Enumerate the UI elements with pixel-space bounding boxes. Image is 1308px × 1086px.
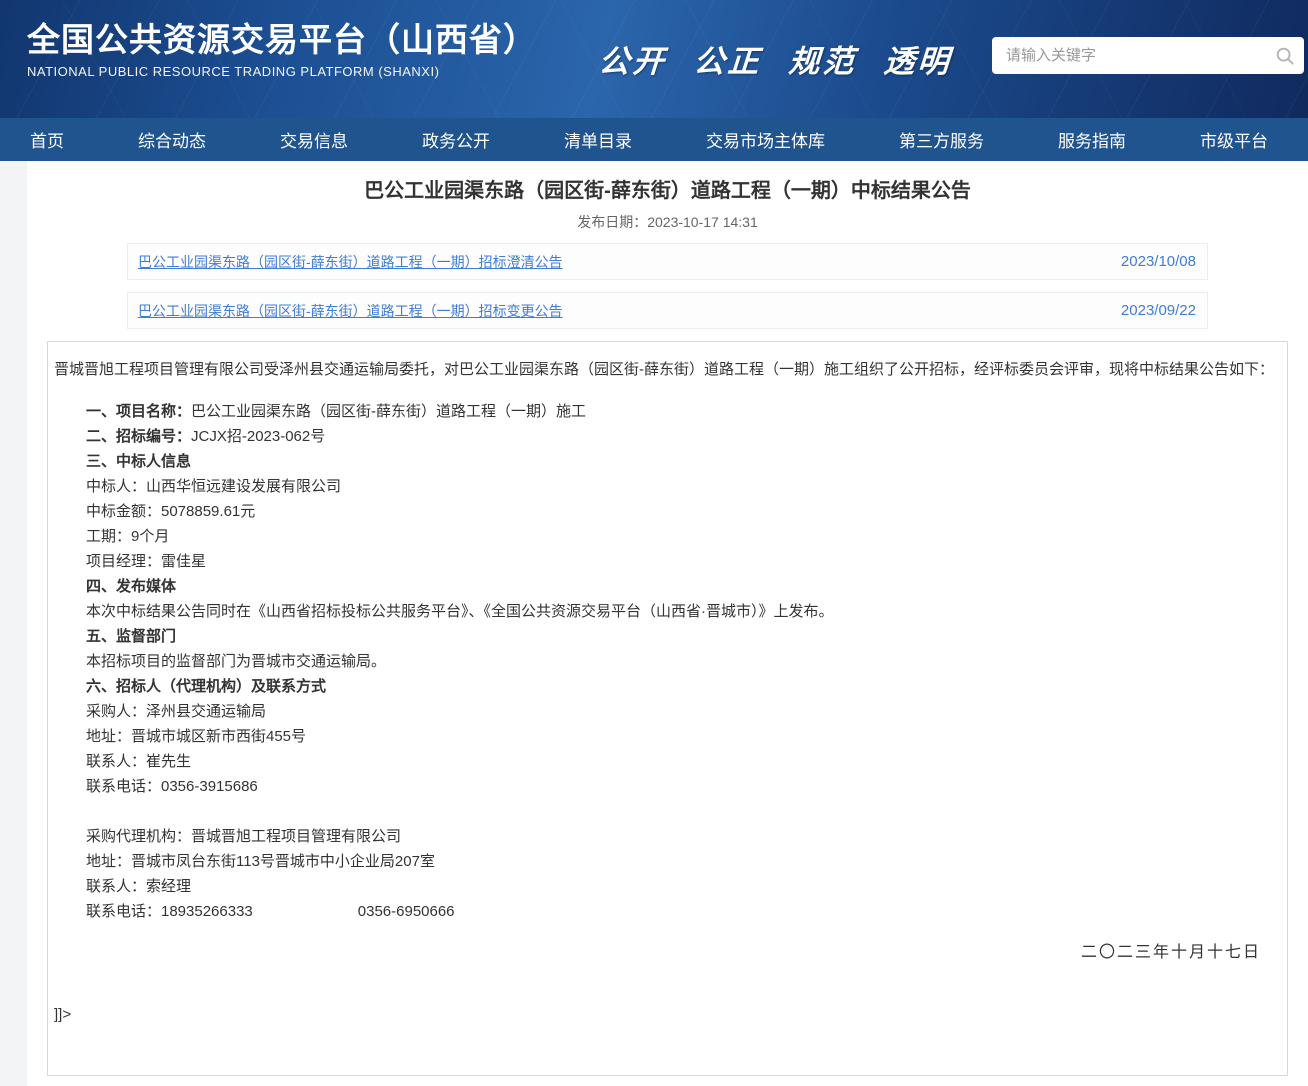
slogan-banner: 公开公正规范透明 bbox=[597, 36, 953, 81]
nav-item[interactable]: 第三方服务 bbox=[899, 127, 984, 152]
nav-item[interactable]: 市级平台 bbox=[1200, 127, 1268, 152]
slogan-word: 规范 bbox=[787, 36, 858, 81]
body-line: 本次中标结果公告同时在《山西省招标投标公共服务平台》、《全国公共资源交易平台（山… bbox=[54, 599, 1281, 624]
site-title: 全国公共资源交易平台（山西省） bbox=[27, 21, 537, 59]
nav-item[interactable]: 服务指南 bbox=[1058, 127, 1126, 152]
body-line: 项目经理：雷佳星 bbox=[54, 549, 1281, 574]
slogan-word: 公正 bbox=[692, 36, 763, 81]
site-logo[interactable]: 全国公共资源交易平台（山西省） NATIONAL PUBLIC RESOURCE… bbox=[27, 21, 537, 79]
related-announcement-link[interactable]: 巴公工业园渠东路（园区街-薛东街）道路工程（一期）招标澄清公告 bbox=[138, 252, 563, 272]
related-announcement-date: 2023/09/22 bbox=[1121, 302, 1196, 319]
site-header: 全国公共资源交易平台（山西省） NATIONAL PUBLIC RESOURCE… bbox=[0, 0, 1308, 118]
publish-date-label: 发布日期： bbox=[577, 214, 647, 230]
publish-date-line: 发布日期：2023-10-17 14:31 bbox=[27, 212, 1308, 232]
body-line-heading: 五、监督部门 bbox=[86, 628, 176, 645]
body-line: 工期：9个月 bbox=[54, 524, 1281, 549]
body-line: 采购人：泽州县交通运输局 bbox=[54, 699, 1281, 724]
body-line-heading: 六、招标人（代理机构）及联系方式 bbox=[86, 678, 326, 695]
announcement-body: 晋城晋旭工程项目管理有限公司受泽州县交通运输局委托，对巴公工业园渠东路（园区街-… bbox=[47, 341, 1288, 1076]
body-line: 联系电话：18935266333 0356-6950666 bbox=[54, 899, 1281, 924]
body-line bbox=[54, 799, 1281, 824]
body-line-text: 工期：9个月 bbox=[86, 528, 169, 545]
body-line: 中标人：山西华恒远建设发展有限公司 bbox=[54, 474, 1281, 499]
nav-item[interactable]: 清单目录 bbox=[564, 127, 632, 152]
intro-paragraph: 晋城晋旭工程项目管理有限公司受泽州县交通运输局委托，对巴公工业园渠东路（园区街-… bbox=[54, 347, 1281, 392]
body-line-text: 中标人：山西华恒远建设发展有限公司 bbox=[86, 478, 341, 495]
body-lines: 一、项目名称：巴公工业园渠东路（园区街-薛东街）道路工程（一期）施工二、招标编号… bbox=[54, 399, 1281, 924]
body-line-heading: 二、招标编号： bbox=[86, 428, 191, 445]
body-line: 采购代理机构：晋城晋旭工程项目管理有限公司 bbox=[54, 824, 1281, 849]
body-line-heading: 一、项目名称： bbox=[86, 403, 191, 420]
content-card: 巴公工业园渠东路（园区街-薛东街）道路工程（一期）中标结果公告 发布日期：202… bbox=[27, 161, 1308, 1086]
body-line: 二、招标编号：JCJX招-2023-062号 bbox=[54, 424, 1281, 449]
related-announcement-link[interactable]: 巴公工业园渠东路（园区街-薛东街）道路工程（一期）招标变更公告 bbox=[138, 301, 563, 321]
body-line-text: 地址：晋城市城区新市西街455号 bbox=[86, 728, 306, 745]
nav-item[interactable]: 首页 bbox=[30, 127, 64, 152]
publish-date-value: 2023-10-17 14:31 bbox=[647, 214, 758, 230]
related-announcement-row[interactable]: 巴公工业园渠东路（园区街-薛东街）道路工程（一期）招标澄清公告 2023/10/… bbox=[127, 243, 1208, 280]
body-line: 地址：晋城市城区新市西街455号 bbox=[54, 724, 1281, 749]
body-line: 一、项目名称：巴公工业园渠东路（园区街-薛东街）道路工程（一期）施工 bbox=[54, 399, 1281, 424]
body-line-heading: 三、中标人信息 bbox=[86, 453, 191, 470]
main-nav: 首页 综合动态 交易信息 政务公开 清单目录 交易市场主体库 第三方服务 服务指南 市级平台 bbox=[0, 118, 1308, 161]
body-line-text: JCJX招-2023-062号 bbox=[191, 428, 325, 445]
related-announcement-row[interactable]: 巴公工业园渠东路（园区街-薛东街）道路工程（一期）招标变更公告 2023/09/… bbox=[127, 292, 1208, 329]
search-input[interactable] bbox=[1004, 46, 1274, 65]
related-announcements: 巴公工业园渠东路（园区街-薛东街）道路工程（一期）招标澄清公告 2023/10/… bbox=[127, 243, 1208, 329]
slogan-word: 透明 bbox=[882, 36, 953, 81]
sign-date: 二〇二三年十月十七日 bbox=[54, 938, 1281, 962]
nav-item[interactable]: 交易市场主体库 bbox=[706, 127, 825, 152]
body-line-text: 联系人：索经理 bbox=[86, 878, 191, 895]
search-icon[interactable] bbox=[1274, 45, 1296, 67]
nav-item[interactable]: 综合动态 bbox=[138, 127, 206, 152]
site-subtitle: NATIONAL PUBLIC RESOURCE TRADING PLATFOR… bbox=[27, 64, 537, 79]
body-line-text: 项目经理：雷佳星 bbox=[86, 553, 206, 570]
body-line-text: 本次中标结果公告同时在《山西省招标投标公共服务平台》、《全国公共资源交易平台（山… bbox=[86, 603, 834, 620]
article-title: 巴公工业园渠东路（园区街-薛东街）道路工程（一期）中标结果公告 bbox=[27, 179, 1308, 203]
body-line-text: 联系电话：0356-3915686 bbox=[86, 778, 258, 795]
body-line-text: 巴公工业园渠东路（园区街-薛东街）道路工程（一期）施工 bbox=[191, 403, 586, 420]
body-line: 联系电话：0356-3915686 bbox=[54, 774, 1281, 799]
body-line-text: 中标金额：5078859.61元 bbox=[86, 503, 255, 520]
body-line: 联系人：索经理 bbox=[54, 874, 1281, 899]
body-line: 中标金额：5078859.61元 bbox=[54, 499, 1281, 524]
body-line-text: 采购代理机构：晋城晋旭工程项目管理有限公司 bbox=[86, 828, 401, 845]
nav-item[interactable]: 交易信息 bbox=[280, 127, 348, 152]
body-line: 联系人：崔先生 bbox=[54, 749, 1281, 774]
body-line: 地址：晋城市凤台东街113号晋城市中小企业局207室 bbox=[54, 849, 1281, 874]
body-line: 四、发布媒体 bbox=[54, 574, 1281, 599]
body-line-text: 采购人：泽州县交通运输局 bbox=[86, 703, 266, 720]
body-line-text: 地址：晋城市凤台东街113号晋城市中小企业局207室 bbox=[86, 853, 435, 870]
cdata-trailing-text: ]]> bbox=[54, 1006, 1281, 1023]
body-line-text: 联系电话：18935266333 0356-6950666 bbox=[86, 903, 455, 920]
body-line-heading: 四、发布媒体 bbox=[86, 578, 176, 595]
related-announcement-date: 2023/10/08 bbox=[1121, 253, 1196, 270]
body-line-text: 本招标项目的监督部门为晋城市交通运输局。 bbox=[86, 653, 386, 670]
search-box[interactable] bbox=[992, 37, 1304, 74]
body-line: 五、监督部门 bbox=[54, 624, 1281, 649]
body-line: 本招标项目的监督部门为晋城市交通运输局。 bbox=[54, 649, 1281, 674]
body-line: 三、中标人信息 bbox=[54, 449, 1281, 474]
nav-item[interactable]: 政务公开 bbox=[422, 127, 490, 152]
body-line: 六、招标人（代理机构）及联系方式 bbox=[54, 674, 1281, 699]
slogan-word: 公开 bbox=[597, 36, 668, 81]
body-line-text: 联系人：崔先生 bbox=[86, 753, 191, 770]
